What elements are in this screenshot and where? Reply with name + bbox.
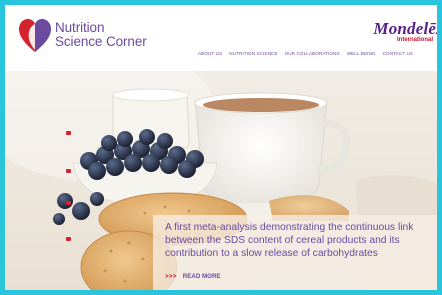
nav-item-contact-us[interactable]: CONTACT US	[383, 51, 413, 56]
hero-banner: A first meta-analysis demonstrating the …	[5, 71, 437, 290]
site-logo-text[interactable]: Nutrition Science Corner	[55, 21, 147, 49]
brand-name: Mondelēz	[373, 19, 442, 38]
read-more-link[interactable]: >>> READ MORE	[165, 273, 221, 280]
nav-item-our-collaborations[interactable]: OUR COLLABORATIONS	[285, 51, 340, 56]
hero-headline[interactable]: A first meta-analysis demonstrating the …	[165, 222, 435, 260]
brand-logo[interactable]: Mondelēz International	[373, 19, 442, 43]
heart-logo-icon[interactable]	[18, 17, 52, 55]
hero-caption: A first meta-analysis demonstrating the …	[153, 215, 437, 290]
logo-line-1: Nutrition	[55, 20, 105, 35]
logo-line-2: Science Corner	[55, 34, 147, 49]
page-frame: Nutrition Science Corner Mondelēz Intern…	[0, 0, 442, 295]
read-more-label: READ MORE	[182, 273, 221, 280]
site-header: Nutrition Science Corner Mondelēz Intern…	[5, 5, 437, 71]
slide-indicator-4[interactable]	[66, 237, 71, 241]
nav-item-about-us[interactable]: ABOUT US	[198, 51, 222, 56]
nav-item-nutrition-science[interactable]: NUTRITION SCIENCE	[229, 51, 277, 56]
main-nav: ABOUT US NUTRITION SCIENCE OUR COLLABORA…	[198, 51, 420, 56]
slide-indicator-3[interactable]	[66, 201, 71, 205]
nav-item-well-being[interactable]: WELL BEING	[347, 51, 376, 56]
slide-indicator-1[interactable]	[66, 131, 71, 135]
read-more-arrows-icon: >>>	[165, 273, 177, 280]
slide-indicator-2[interactable]	[66, 169, 71, 173]
